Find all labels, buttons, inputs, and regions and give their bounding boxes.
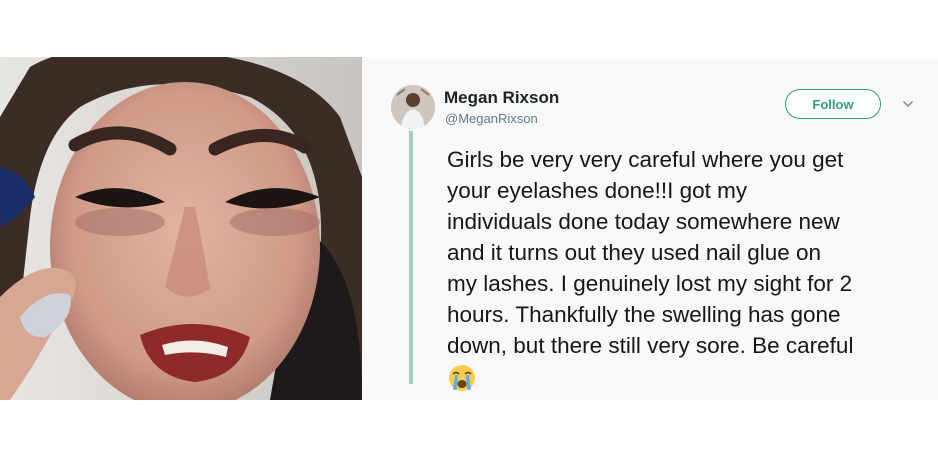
tweet-text-line: down, but there still very sore. Be care… bbox=[447, 333, 854, 358]
tweet-text-line: and it turns out they used nail glue on bbox=[447, 240, 822, 265]
tweet-text: Girls be very very careful where you get… bbox=[447, 144, 925, 393]
author-handle[interactable]: @MeganRixson bbox=[445, 111, 538, 126]
chevron-down-icon[interactable] bbox=[902, 98, 914, 110]
tweet-text-line: individuals done today somewhere new bbox=[447, 209, 840, 234]
tweet-card: Megan Rixson @MeganRixson Follow Girls b… bbox=[362, 57, 938, 400]
tweet-text-line: hours. Thankfully the swelling has gone bbox=[447, 302, 841, 327]
follow-button[interactable]: Follow bbox=[785, 89, 881, 119]
tweet-text-line: Girls be very very careful where you get bbox=[447, 147, 844, 172]
thread-line bbox=[409, 131, 413, 384]
loudly-crying-face-icon bbox=[449, 365, 475, 392]
crying-woman-photo bbox=[0, 57, 362, 400]
avatar[interactable] bbox=[391, 85, 435, 129]
tweet-text-line: your eyelashes done!!I got my bbox=[447, 178, 748, 203]
author-name[interactable]: Megan Rixson bbox=[444, 88, 559, 108]
tweet-text-line: my lashes. I genuinely lost my sight for… bbox=[447, 271, 853, 296]
avatar-image bbox=[391, 85, 435, 129]
